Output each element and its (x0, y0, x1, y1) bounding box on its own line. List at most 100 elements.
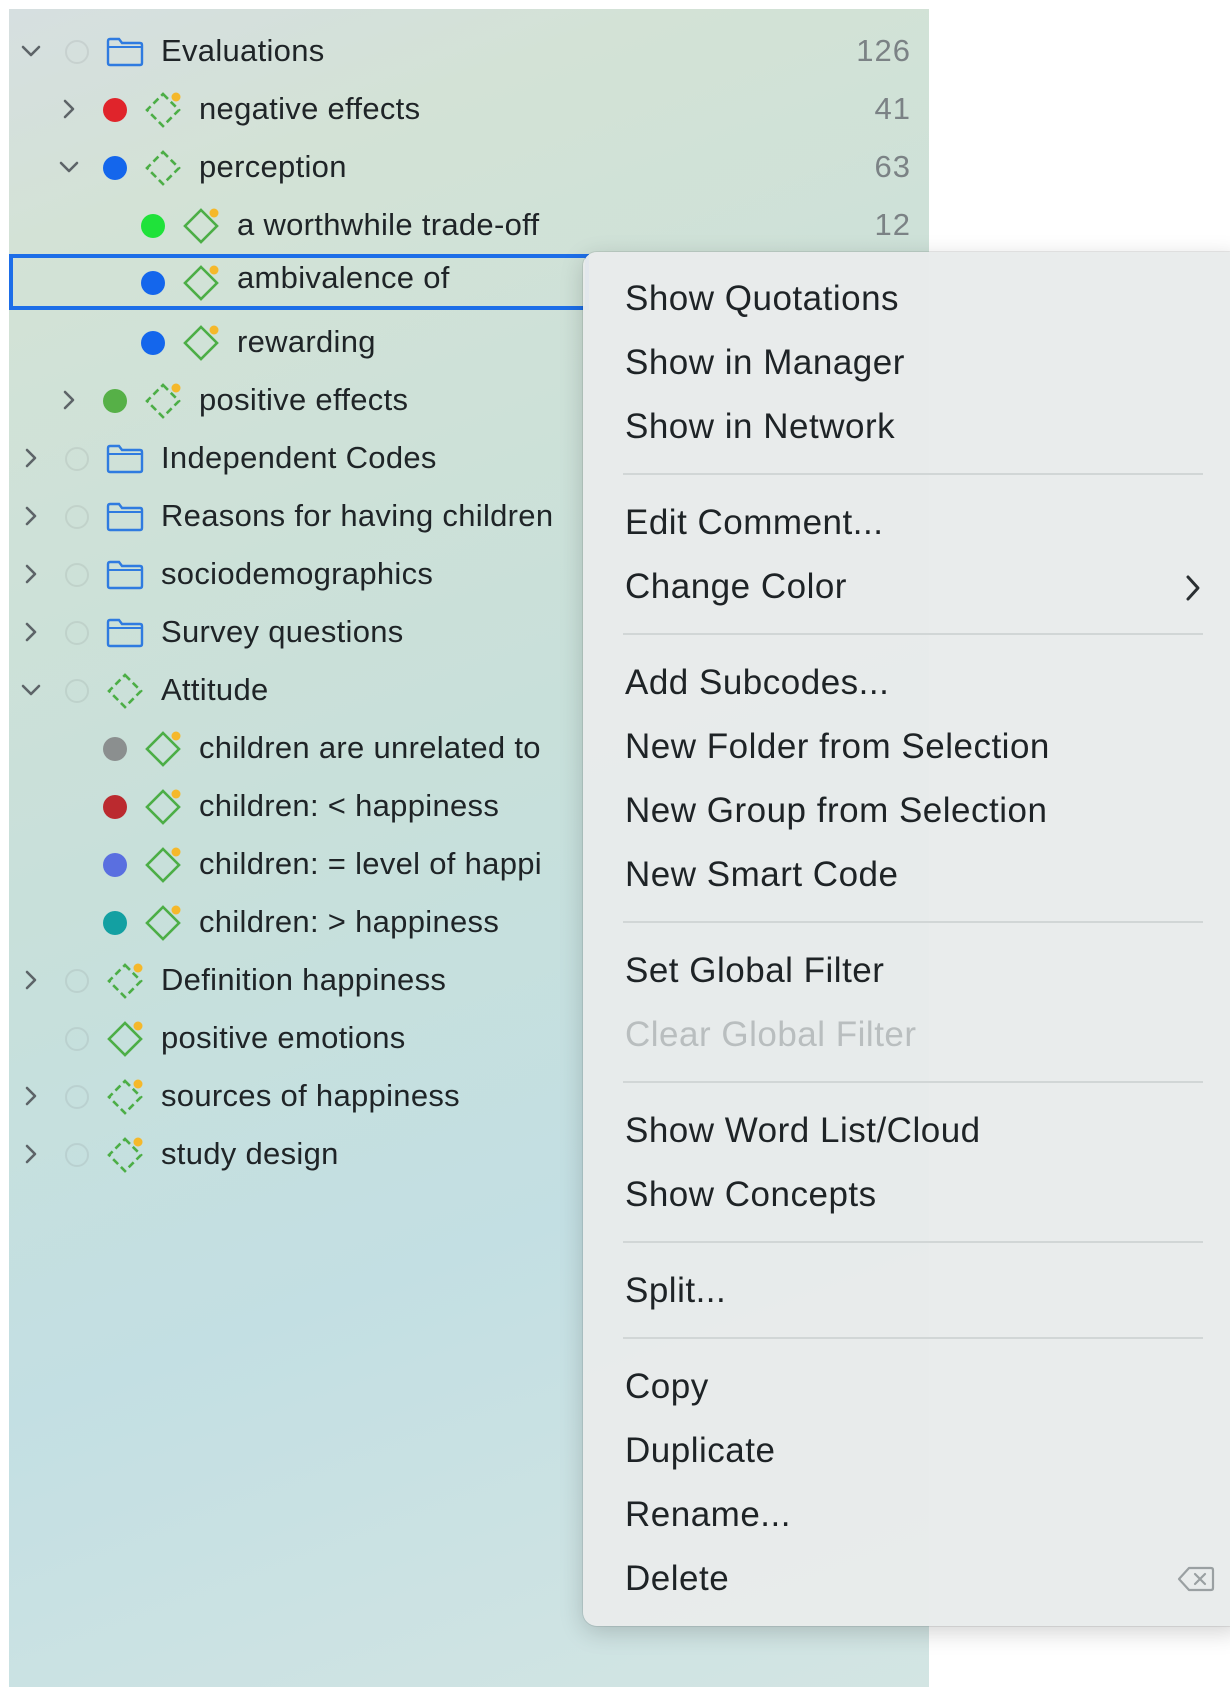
menu-item-split[interactable]: Split... (625, 1261, 726, 1321)
menu-item-set-global-filter[interactable]: Set Global Filter (625, 941, 884, 1001)
color-dot-green (141, 214, 165, 238)
tree-row-label: children are unrelated to (199, 730, 541, 765)
color-dot-red (103, 98, 127, 122)
chevron-right-icon[interactable] (19, 1084, 43, 1108)
tree-row-label: children: > happiness (199, 904, 500, 939)
tree-row-label: a worthwhile trade-off (237, 207, 540, 242)
delete-key-icon (1177, 1566, 1215, 1592)
tree-row-label: ambivalence of (237, 260, 450, 295)
menu-item-show-concepts[interactable]: Show Concepts (625, 1165, 877, 1225)
menu-item-change-color[interactable]: Change Color (625, 557, 1205, 617)
color-dot (65, 1027, 89, 1051)
tree-row-label: children: < happiness (199, 788, 500, 823)
code-group-icon (107, 1079, 143, 1115)
menu-item-show-in-manager[interactable]: Show in Manager (625, 333, 905, 393)
color-dot (65, 621, 89, 645)
chevron-right-icon[interactable] (19, 446, 43, 470)
tree-row-perception[interactable]: perception 63 (9, 139, 929, 195)
menu-separator (623, 473, 1203, 475)
code-icon (183, 208, 219, 244)
menu-separator (623, 1241, 1203, 1243)
tree-row-label: Definition happiness (161, 962, 447, 997)
tree-row-label: sociodemographics (161, 556, 434, 591)
chevron-right-icon (1186, 575, 1200, 601)
folder-icon (106, 37, 144, 67)
code-group-icon (145, 383, 181, 419)
color-dot-blue (141, 271, 165, 295)
folder-icon (106, 560, 144, 590)
color-dot (65, 40, 89, 64)
menu-separator (623, 1337, 1203, 1339)
menu-item-show-word-list-cloud[interactable]: Show Word List/Cloud (625, 1101, 981, 1161)
color-dot (65, 969, 89, 993)
folder-icon (106, 444, 144, 474)
tree-row-ambivalence-of[interactable]: ambivalence of (9, 254, 589, 310)
code-icon (107, 1021, 143, 1057)
code-group-icon (107, 963, 143, 999)
tree-row-label: study design (161, 1136, 339, 1171)
menu-item-new-folder-from-selection[interactable]: New Folder from Selection (625, 717, 1050, 777)
color-dot (65, 1143, 89, 1167)
chevron-right-icon[interactable] (19, 620, 43, 644)
chevron-right-icon[interactable] (19, 968, 43, 992)
color-dot (65, 563, 89, 587)
menu-separator (623, 633, 1203, 635)
tree-row-evaluations[interactable]: Evaluations 126 (9, 23, 929, 79)
tree-row-label: Reasons for having children (161, 498, 554, 533)
code-group-icon (145, 92, 181, 128)
code-icon (145, 905, 181, 941)
quotation-count: 126 (856, 33, 911, 68)
color-dot (65, 447, 89, 471)
color-dot-gray (103, 737, 127, 761)
quotation-count: 63 (874, 149, 911, 184)
folder-icon (106, 618, 144, 648)
chevron-right-icon[interactable] (19, 562, 43, 586)
tree-row-label: children: = level of happi (199, 846, 542, 881)
code-group-icon (145, 150, 181, 186)
tree-row-label: Attitude (161, 672, 269, 707)
color-dot (65, 679, 89, 703)
code-icon (145, 789, 181, 825)
tree-row-label: Independent Codes (161, 440, 437, 475)
folder-icon (106, 502, 144, 532)
menu-item-edit-comment[interactable]: Edit Comment... (625, 493, 883, 553)
chevron-right-icon[interactable] (19, 1142, 43, 1166)
code-icon (145, 847, 181, 883)
chevron-down-icon[interactable] (19, 678, 43, 702)
tree-row-negative-effects[interactable]: negative effects 41 (9, 81, 929, 137)
chevron-down-icon[interactable] (57, 155, 81, 179)
code-icon (183, 325, 219, 361)
menu-separator (623, 1081, 1203, 1083)
quotation-count: 41 (874, 91, 911, 126)
tree-row-label: Evaluations (161, 33, 325, 68)
color-dot-teal (103, 911, 127, 935)
color-dot (65, 1085, 89, 1109)
menu-item-rename[interactable]: Rename... (625, 1485, 791, 1545)
code-icon (183, 265, 219, 301)
menu-item-show-in-network[interactable]: Show in Network (625, 397, 895, 457)
menu-item-add-subcodes[interactable]: Add Subcodes... (625, 653, 889, 713)
chevron-right-icon[interactable] (57, 97, 81, 121)
chevron-down-icon[interactable] (19, 39, 43, 63)
tree-row-label: positive emotions (161, 1020, 406, 1055)
menu-item-new-group-from-selection[interactable]: New Group from Selection (625, 781, 1047, 841)
tree-row-label: Survey questions (161, 614, 404, 649)
menu-item-copy[interactable]: Copy (625, 1357, 709, 1417)
color-dot (65, 505, 89, 529)
color-dot-blue (141, 331, 165, 355)
tree-row-label: perception (199, 149, 347, 184)
color-dot-blue (103, 156, 127, 180)
code-group-icon (107, 673, 143, 709)
code-icon (145, 731, 181, 767)
menu-item-duplicate[interactable]: Duplicate (625, 1421, 775, 1481)
color-dot-dark-red (103, 795, 127, 819)
menu-item-clear-global-filter: Clear Global Filter (625, 1015, 917, 1054)
menu-item-show-quotations[interactable]: Show Quotations (625, 269, 899, 329)
menu-item-delete[interactable]: Delete (625, 1549, 1215, 1609)
menu-item-new-smart-code[interactable]: New Smart Code (625, 845, 898, 905)
chevron-right-icon[interactable] (19, 504, 43, 528)
menu-separator (623, 921, 1203, 923)
tree-row-label: positive effects (199, 382, 409, 417)
tree-row-worthwhile-trade-off[interactable]: a worthwhile trade-off 12 (9, 197, 929, 253)
chevron-right-icon[interactable] (57, 388, 81, 412)
